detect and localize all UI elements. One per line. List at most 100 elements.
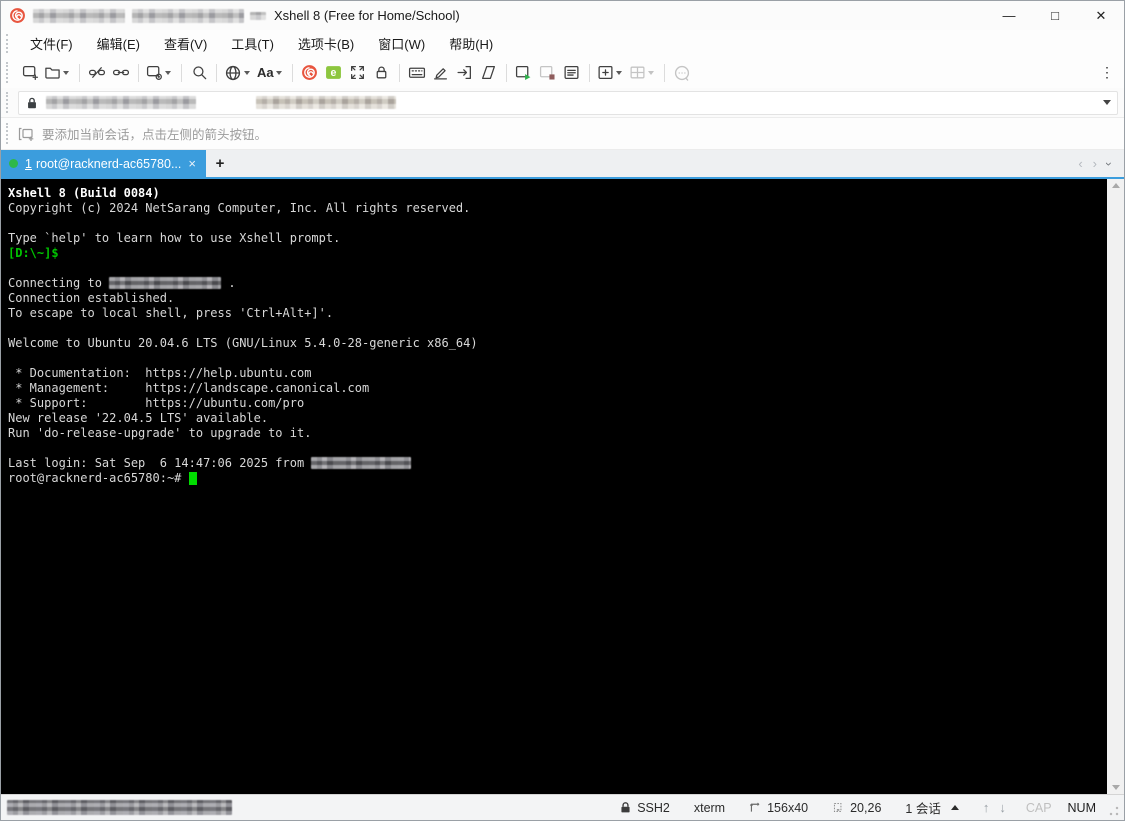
new-tab-button[interactable]: +: [206, 150, 234, 177]
session-properties-icon: [146, 64, 163, 81]
tile-dropdown-caret[interactable]: [648, 71, 654, 75]
infobar-grip[interactable]: [6, 123, 14, 145]
virtual-keyboard-button[interactable]: [405, 60, 429, 86]
encoding-button[interactable]: [222, 60, 255, 86]
close-button[interactable]: ✕: [1078, 1, 1124, 30]
protocol-lock-icon: [619, 801, 632, 814]
open-dropdown-caret[interactable]: [63, 71, 69, 75]
scrollbar-down-icon[interactable]: [1112, 785, 1120, 790]
screen-size-label: 156x40: [767, 801, 808, 815]
next-session-arrow-icon[interactable]: ↓: [999, 800, 1006, 815]
toolbar-separator: [216, 64, 217, 82]
minimize-button[interactable]: —: [986, 1, 1032, 30]
scrollbar-up-icon[interactable]: [1112, 183, 1120, 188]
info-bar: 要添加当前会话，点击左侧的箭头按钮。: [1, 118, 1124, 150]
tab-list-dropdown-icon[interactable]: ›: [1102, 157, 1116, 171]
addressbar-grip[interactable]: [6, 92, 14, 112]
compose-bar-button[interactable]: [429, 60, 453, 86]
menu-file[interactable]: 文件(F): [20, 31, 83, 56]
session-count-indicator[interactable]: 1 会话: [893, 798, 970, 817]
window-resize-grip[interactable]: [1106, 803, 1120, 817]
log-stop-button[interactable]: [536, 60, 560, 86]
status-bar: SSH2 xterm 156x40 20,26 1 会话 ↑ ↓ C: [1, 794, 1124, 820]
fullscreen-icon: [349, 64, 366, 81]
open-session-button[interactable]: [42, 60, 74, 86]
session-properties-button[interactable]: [144, 60, 176, 86]
log-start-button[interactable]: [512, 60, 536, 86]
globe-icon: [224, 64, 242, 82]
title-bar: Xshell 8 (Free for Home/School) — □ ✕: [1, 1, 1124, 30]
tab-bar: 1 root@racknerd-ac65780... × + ‹ › ›: [1, 150, 1124, 179]
add-session-hint-icon: [18, 126, 36, 142]
tab-scroll-left-icon[interactable]: ‹: [1073, 156, 1087, 171]
menu-tools[interactable]: 工具(T): [221, 31, 284, 56]
chat-bubble-icon: [673, 64, 691, 82]
toolbar-overflow-button[interactable]: ⋮: [1094, 62, 1120, 83]
tile-windows-icon: [629, 64, 646, 81]
menu-view[interactable]: 查看(V): [154, 31, 217, 56]
font-dropdown-caret[interactable]: [276, 71, 282, 75]
menu-bar: 文件(F) 编辑(E) 查看(V) 工具(T) 选项卡(B) 窗口(W) 帮助(…: [1, 30, 1124, 57]
tile-windows-button[interactable]: [627, 60, 659, 86]
fullscreen-button[interactable]: [346, 60, 370, 86]
scroll-page-icon: [480, 64, 497, 81]
assistant-button[interactable]: [670, 60, 694, 86]
xftp-icon: e: [325, 64, 342, 81]
toolbar-grip[interactable]: [6, 62, 14, 84]
disconnect-button[interactable]: [85, 60, 109, 86]
new-session-icon: [22, 64, 39, 81]
window-title: Xshell 8 (Free for Home/School): [274, 8, 460, 23]
menu-edit[interactable]: 编辑(E): [87, 31, 150, 56]
session-list-caret-icon[interactable]: [951, 805, 959, 810]
font-icon: Aa: [257, 65, 274, 80]
properties-dropdown-caret[interactable]: [165, 71, 171, 75]
maximize-button[interactable]: □: [1032, 1, 1078, 30]
prev-session-arrow-icon[interactable]: ↑: [983, 800, 990, 815]
info-bar-text: 要添加当前会话，点击左侧的箭头按钮。: [42, 124, 267, 143]
font-button[interactable]: Aa: [255, 60, 287, 86]
terminal-output[interactable]: Xshell 8 (Build 0084)Copyright (c) 2024 …: [1, 179, 1107, 794]
send-to-all-button[interactable]: [453, 60, 477, 86]
new-session-button[interactable]: [18, 60, 42, 86]
pen-icon: [432, 64, 449, 81]
lock-button[interactable]: [370, 60, 394, 86]
menubar-grip[interactable]: [6, 34, 14, 53]
toolbar-separator: [138, 64, 139, 82]
protocol-indicator[interactable]: SSH2: [607, 801, 682, 815]
cursor-position-indicator[interactable]: 20,26: [820, 801, 893, 815]
address-input[interactable]: [18, 91, 1118, 115]
new-window-dropdown-caret[interactable]: [616, 71, 622, 75]
terminal-scrollbar[interactable]: [1107, 179, 1124, 794]
log-start-icon: [515, 64, 532, 81]
menu-tab[interactable]: 选项卡(B): [288, 31, 364, 56]
toolbar-separator: [589, 64, 590, 82]
redacted-address-user: [46, 96, 196, 109]
terminal-type-indicator[interactable]: xterm: [682, 801, 737, 815]
tab-nav-controls: ‹ › ›: [1073, 150, 1124, 177]
keyboard-icon: [408, 64, 426, 81]
menu-help[interactable]: 帮助(H): [439, 31, 503, 56]
session-switch-arrows: ↑ ↓: [971, 800, 1018, 815]
find-button[interactable]: [187, 60, 211, 86]
address-bar: [1, 88, 1124, 118]
toolbar-separator: [664, 64, 665, 82]
scroll-buffer-button[interactable]: [477, 60, 501, 86]
tab-scroll-right-icon[interactable]: ›: [1088, 156, 1102, 171]
reconnect-button[interactable]: [109, 60, 133, 86]
tab-close-icon[interactable]: ×: [186, 156, 198, 171]
lock-icon: [373, 64, 390, 81]
address-dropdown-caret[interactable]: [1103, 100, 1111, 105]
menu-window[interactable]: 窗口(W): [368, 31, 435, 56]
session-tab[interactable]: 1 root@racknerd-ac65780... ×: [1, 150, 206, 177]
search-icon: [191, 64, 208, 81]
tab-number: 1: [25, 157, 32, 171]
new-window-button[interactable]: [595, 60, 627, 86]
screen-size-indicator[interactable]: 156x40: [737, 801, 820, 815]
encoding-dropdown-caret[interactable]: [244, 71, 250, 75]
xshell-button[interactable]: [298, 60, 322, 86]
xshell-logo-icon: [9, 7, 26, 24]
window-controls: — □ ✕: [986, 1, 1124, 30]
log-view-button[interactable]: [560, 60, 584, 86]
xshell-icon: [301, 64, 318, 81]
xftp-button[interactable]: e: [322, 60, 346, 86]
